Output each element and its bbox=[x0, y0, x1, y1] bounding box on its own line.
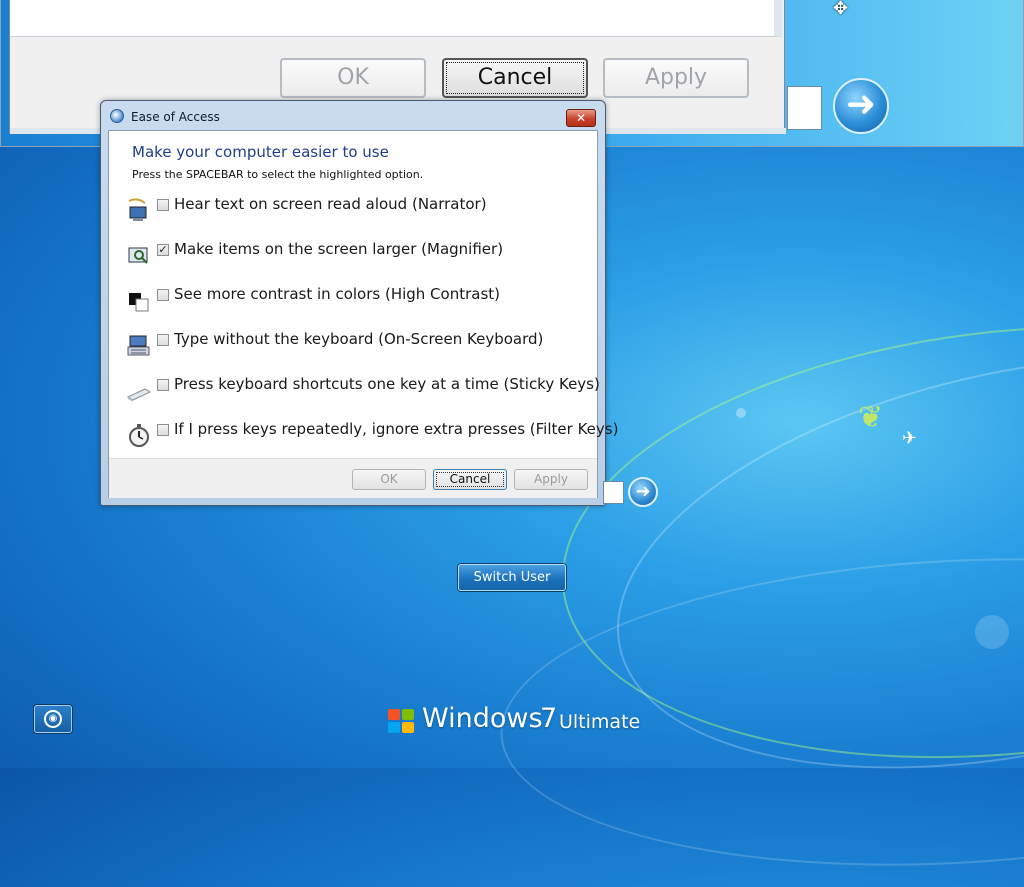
option-label: Type without the keyboard (On-Screen Key… bbox=[174, 330, 544, 348]
filter-keys-icon bbox=[129, 424, 149, 447]
magnified-apply-button: Apply bbox=[603, 58, 749, 98]
sticky-keys-checkbox[interactable] bbox=[157, 379, 169, 391]
option-narrator[interactable]: Hear text on screen read aloud (Narrator… bbox=[127, 195, 587, 225]
option-label: If I press keys repeatedly, ignore extra… bbox=[174, 420, 619, 438]
on-screen-keyboard-checkbox[interactable] bbox=[157, 334, 169, 346]
windows-logo-icon bbox=[388, 709, 416, 735]
wallpaper-bird-icon: ❦ bbox=[858, 400, 884, 435]
magnified-arrow-icon: ➜ bbox=[833, 78, 889, 134]
high-contrast-icon bbox=[129, 293, 149, 312]
narrator-icon bbox=[128, 198, 147, 221]
magnified-password-field bbox=[787, 86, 822, 130]
dialog-footer: OK Cancel Apply bbox=[109, 458, 597, 498]
wallpaper-bokeh bbox=[736, 408, 746, 418]
sticky-keys-icon bbox=[127, 388, 151, 402]
brand-edition: Ultimate bbox=[559, 711, 641, 733]
option-label: See more contrast in colors (High Contra… bbox=[174, 285, 501, 303]
magnifier-icon bbox=[128, 247, 148, 264]
magnified-dialog-content bbox=[10, 0, 782, 37]
option-sticky-keys[interactable]: Press keyboard shortcuts one key at a ti… bbox=[127, 375, 600, 405]
apply-button[interactable]: Apply bbox=[514, 469, 588, 490]
ease-of-access-dialog: Ease of Access ✕ Make your computer easi… bbox=[100, 100, 618, 506]
dialog-titlebar[interactable]: Ease of Access ✕ bbox=[101, 101, 605, 131]
on-screen-keyboard-icon bbox=[127, 335, 150, 356]
option-filter-keys[interactable]: If I press keys repeatedly, ignore extra… bbox=[127, 420, 618, 450]
cancel-button[interactable]: Cancel bbox=[433, 469, 507, 490]
dialog-title: Ease of Access bbox=[131, 110, 220, 124]
option-high-contrast[interactable]: See more contrast in colors (High Contra… bbox=[127, 285, 587, 315]
brand-version: 7 bbox=[540, 703, 558, 734]
magnified-cancel-button: Cancel bbox=[442, 58, 588, 98]
option-on-screen-keyboard[interactable]: Type without the keyboard (On-Screen Key… bbox=[127, 330, 587, 360]
filter-keys-checkbox[interactable] bbox=[157, 424, 169, 436]
option-magnifier[interactable]: ✓ Make items on the screen larger (Magni… bbox=[127, 240, 587, 270]
dialog-heading: Make your computer easier to use bbox=[132, 143, 389, 161]
ease-of-access-button[interactable]: ◉ bbox=[34, 705, 72, 733]
ok-button[interactable]: OK bbox=[352, 469, 426, 490]
close-button[interactable]: ✕ bbox=[566, 109, 596, 127]
wallpaper-dove-icon: ✈ bbox=[902, 428, 918, 449]
wallpaper-bokeh bbox=[975, 615, 1009, 649]
switch-user-button[interactable]: Switch User bbox=[458, 564, 566, 591]
ease-of-access-icon: ◉ bbox=[44, 710, 62, 728]
ease-of-access-icon bbox=[110, 109, 124, 123]
move-cursor-icon: ✥ bbox=[833, 0, 849, 19]
high-contrast-checkbox[interactable] bbox=[157, 289, 169, 301]
option-label: Press keyboard shortcuts one key at a ti… bbox=[174, 375, 600, 393]
magnified-ok-button: OK bbox=[280, 58, 426, 98]
dialog-content: Make your computer easier to use Press t… bbox=[108, 130, 618, 498]
option-label: Hear text on screen read aloud (Narrator… bbox=[174, 195, 487, 213]
password-field[interactable] bbox=[603, 481, 624, 504]
option-label: Make items on the screen larger (Magnifi… bbox=[174, 240, 504, 258]
dialog-instruction: Press the SPACEBAR to select the highlig… bbox=[132, 168, 424, 181]
submit-arrow-button[interactable]: ➜ bbox=[628, 477, 658, 507]
brand-product: Windows bbox=[422, 703, 543, 734]
magnifier-checkbox[interactable]: ✓ bbox=[157, 244, 169, 256]
narrator-checkbox[interactable] bbox=[157, 199, 169, 211]
